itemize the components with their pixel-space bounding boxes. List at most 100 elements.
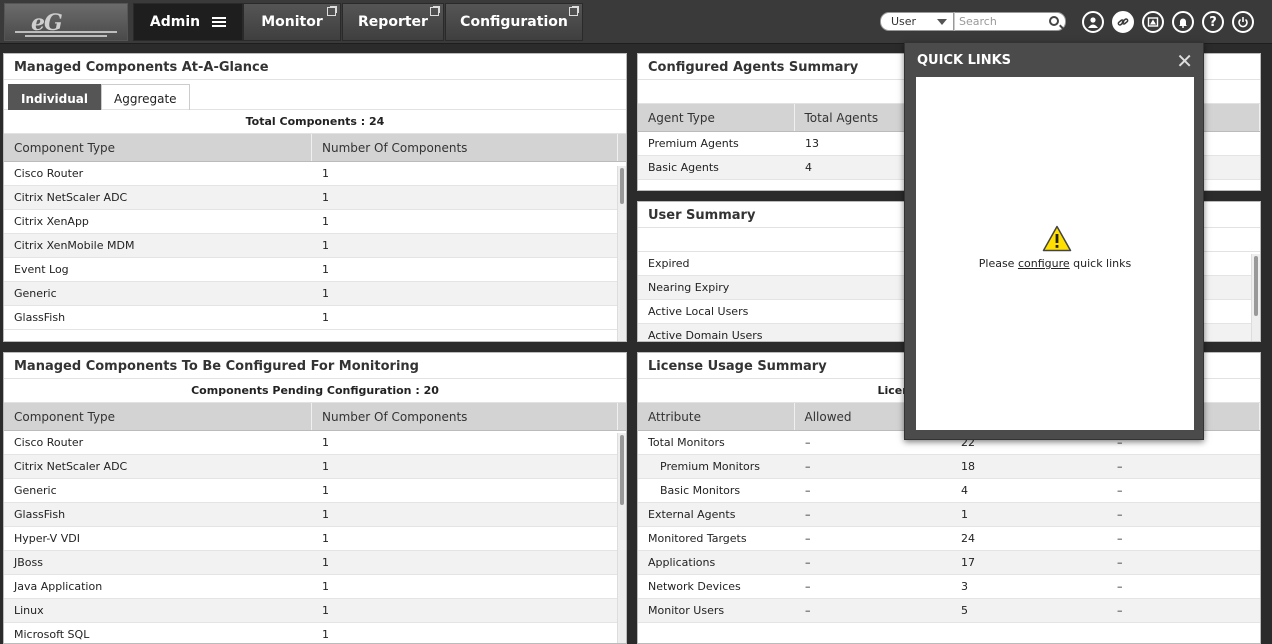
table-row[interactable]: Generic 1 xyxy=(4,479,626,503)
component-count-cell: 1 xyxy=(322,628,329,641)
table-row[interactable]: Monitor Users – 5 – xyxy=(638,599,1260,623)
component-count-cell: 1 xyxy=(322,484,329,497)
allowed-cell: – xyxy=(805,604,811,617)
component-count-cell: 1 xyxy=(322,215,329,228)
quick-links-message: Please configure quick links xyxy=(916,257,1194,270)
table-row[interactable]: JBoss 1 xyxy=(4,551,626,575)
component-count-cell: 1 xyxy=(322,508,329,521)
col-attribute[interactable]: Attribute xyxy=(638,403,795,430)
extra-cell: – xyxy=(1117,604,1123,617)
component-count-cell: 1 xyxy=(322,436,329,449)
scrollbar[interactable] xyxy=(617,433,626,643)
links-icon[interactable] xyxy=(1112,11,1134,33)
nav-monitor[interactable]: Monitor xyxy=(243,3,341,41)
table-row[interactable]: Cisco Router 1 xyxy=(4,162,626,186)
extra-cell: – xyxy=(1117,460,1123,473)
user-icon[interactable] xyxy=(1082,11,1104,33)
scrollbar[interactable] xyxy=(617,166,626,341)
quick-links-msg-after: quick links xyxy=(1069,257,1132,270)
table-row[interactable]: Generic 1 xyxy=(4,282,626,306)
nav-monitor-label: Monitor xyxy=(261,14,323,30)
configure-link[interactable]: configure xyxy=(1018,257,1070,270)
nav-reporter[interactable]: Reporter xyxy=(342,3,444,41)
attribute-cell: Applications xyxy=(648,556,716,569)
table-row[interactable]: Network Devices – 3 – xyxy=(638,575,1260,599)
component-type-cell: GlassFish xyxy=(14,508,66,521)
search-scope-value: User xyxy=(891,15,917,28)
component-type-cell: Java Application xyxy=(14,580,103,593)
close-icon[interactable]: ✕ xyxy=(1176,49,1193,73)
component-type-cell: Cisco Router xyxy=(14,167,84,180)
table-row[interactable]: GlassFish 1 xyxy=(4,306,626,330)
component-count-cell: 1 xyxy=(322,460,329,473)
component-type-cell: Citrix NetScaler ADC xyxy=(14,460,128,473)
component-type-cell: Event Log xyxy=(14,263,69,276)
component-type-cell: Linux xyxy=(14,604,44,617)
table-row[interactable]: Citrix XenMobile MDM 1 xyxy=(4,234,626,258)
table-body: Total Monitors –22– Premium Monitors –18– Ba… xyxy=(638,431,1260,623)
table-row[interactable]: External Agents – 1 – xyxy=(638,503,1260,527)
nav-configuration[interactable]: Configuration xyxy=(445,3,583,41)
attribute-cell: Network Devices xyxy=(648,580,741,593)
table-row[interactable]: Basic Monitors – 4 – xyxy=(638,479,1260,503)
col-component-type[interactable]: Component Type xyxy=(4,134,312,161)
table-row[interactable]: Citrix NetScaler ADC 1 xyxy=(4,455,626,479)
search-icon[interactable] xyxy=(1049,16,1059,26)
attribute-cell: Basic Monitors xyxy=(660,484,741,497)
used-cell: 1 xyxy=(961,508,968,521)
scrollbar[interactable] xyxy=(1251,254,1260,341)
component-type-cell: Generic xyxy=(14,484,57,497)
used-cell: 3 xyxy=(961,580,968,593)
search-input[interactable]: Search xyxy=(954,12,1066,31)
chevron-down-icon xyxy=(937,19,947,25)
help-glyph: ? xyxy=(1209,14,1217,30)
total-components-label: Total Components : 24 xyxy=(4,110,626,134)
power-icon[interactable] xyxy=(1232,11,1254,33)
table-row[interactable]: Hyper-V VDI 1 xyxy=(4,527,626,551)
col-number-of-components[interactable]: Number Of Components xyxy=(312,134,618,161)
menu-icon xyxy=(212,17,227,27)
component-count-cell: 1 xyxy=(322,191,329,204)
col-component-type[interactable]: Component Type xyxy=(4,403,312,430)
alerts-icon[interactable] xyxy=(1142,11,1164,33)
component-type-cell: Microsoft SQL xyxy=(14,628,90,641)
component-type-cell: Citrix XenMobile MDM xyxy=(14,239,135,252)
attribute-cell: External Agents xyxy=(648,508,736,521)
col-agent-type[interactable]: Agent Type xyxy=(638,104,795,131)
search-scope-select[interactable]: User xyxy=(880,12,954,31)
component-type-cell: Citrix NetScaler ADC xyxy=(14,191,128,204)
table-row[interactable]: Microsoft SQL 1 xyxy=(4,623,626,643)
component-count-cell: 1 xyxy=(322,311,329,324)
eg-logo[interactable]: eG xyxy=(4,3,128,41)
table-row[interactable]: GlassFish 1 xyxy=(4,503,626,527)
tab-aggregate[interactable]: Aggregate xyxy=(101,84,190,110)
quick-links-popup: QUICK LINKS ✕ Please configure quick lin… xyxy=(904,42,1204,440)
table-row[interactable]: Java Application 1 xyxy=(4,575,626,599)
help-icon[interactable]: ? xyxy=(1202,11,1224,33)
attribute-cell: Total Monitors xyxy=(648,436,725,449)
pending-configuration-label: Components Pending Configuration : 20 xyxy=(4,379,626,403)
component-type-cell: JBoss xyxy=(14,556,43,569)
table-row[interactable]: Event Log 1 xyxy=(4,258,626,282)
warning-icon xyxy=(1042,225,1072,252)
allowed-cell: – xyxy=(805,460,811,473)
allowed-cell: – xyxy=(805,580,811,593)
extra-cell: – xyxy=(1117,532,1123,545)
table-row[interactable]: Cisco Router 1 xyxy=(4,431,626,455)
table-row[interactable]: Linux 1 xyxy=(4,599,626,623)
used-cell: 5 xyxy=(961,604,968,617)
table-row[interactable]: Applications – 17 – xyxy=(638,551,1260,575)
table-row[interactable]: Citrix XenApp 1 xyxy=(4,210,626,234)
col-number-of-components[interactable]: Number Of Components xyxy=(312,403,618,430)
table-header: Component Type Number Of Components xyxy=(4,134,626,162)
agent-type-cell: Premium Agents xyxy=(648,137,739,150)
table-row[interactable]: Premium Monitors – 18 – xyxy=(638,455,1260,479)
nav-admin-label: Admin xyxy=(149,14,201,30)
at-a-glance-title: Managed Components At-A-Glance xyxy=(4,54,626,80)
component-type-cell: GlassFish xyxy=(14,311,66,324)
nav-admin[interactable]: Admin xyxy=(133,3,243,41)
table-row[interactable]: Monitored Targets – 24 – xyxy=(638,527,1260,551)
table-row[interactable]: Citrix NetScaler ADC 1 xyxy=(4,186,626,210)
bell-icon[interactable] xyxy=(1172,11,1194,33)
tab-individual[interactable]: Individual xyxy=(8,84,101,110)
